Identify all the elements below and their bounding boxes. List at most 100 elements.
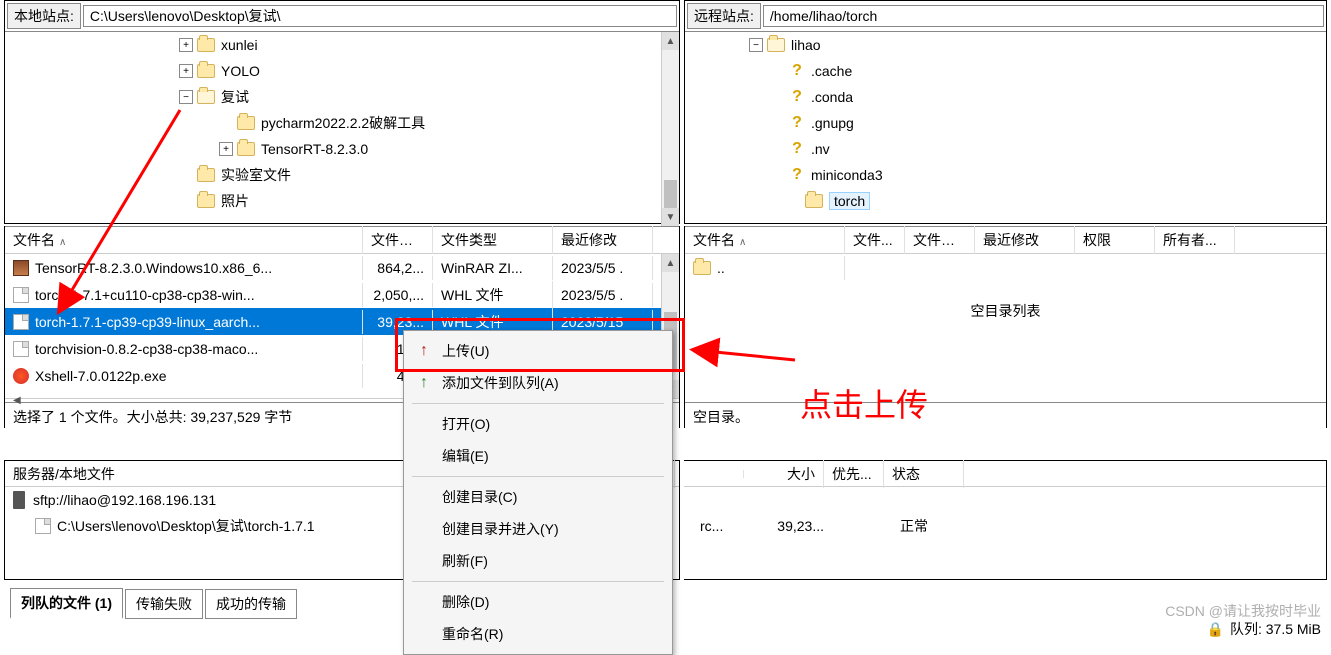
folder-icon	[693, 261, 711, 275]
tree-item-lab[interactable]: 实验室文件	[175, 162, 679, 188]
file-row-tensorrt[interactable]: TensorRT-8.2.3.0.Windows10.x86_6... 864,…	[5, 254, 679, 281]
tree-item-tensorrt[interactable]: + TensorRT-8.2.3.0	[215, 136, 679, 162]
lock-icon: 🔒	[1207, 621, 1224, 638]
queue-empty-row	[684, 487, 1326, 513]
file-icon	[35, 518, 51, 534]
server-icon	[13, 491, 25, 509]
tab-queued[interactable]: 列队的文件 (1)	[10, 588, 123, 619]
folder-icon	[197, 64, 215, 78]
folder-icon	[197, 168, 215, 182]
expand-icon[interactable]: +	[179, 38, 193, 52]
remote-path-bar: 远程站点:	[685, 1, 1326, 32]
remote-status: 空目录。	[685, 402, 1326, 430]
menu-mkdir-enter[interactable]: 创建目录并进入(Y)	[404, 513, 672, 545]
tree-item-xunlei[interactable]: + xunlei	[175, 32, 679, 58]
tree-label: 复试	[221, 87, 249, 107]
parent-dir-row[interactable]: ..	[685, 254, 1326, 281]
tree-item-conda[interactable]: ?.conda	[785, 84, 1326, 110]
tree-label: pycharm2022.2.2破解工具	[261, 113, 425, 133]
scroll-thumb[interactable]	[664, 180, 677, 210]
col-type[interactable]: 文件类...	[905, 226, 975, 254]
col-owner[interactable]: 所有者...	[1155, 226, 1235, 254]
queue-detail-panel: 大小 优先... 状态 rc... 39,23... 正常	[684, 460, 1327, 580]
col-prio[interactable]: 优先...	[824, 460, 884, 488]
col-date[interactable]: 最近修改	[553, 226, 653, 254]
tree-item-photo[interactable]: 照片	[175, 188, 679, 214]
tab-success[interactable]: 成功的传输	[205, 589, 297, 619]
folder-icon	[805, 194, 823, 208]
collapse-icon[interactable]: −	[749, 38, 763, 52]
file-icon	[13, 314, 29, 330]
tree-label: 实验室文件	[221, 165, 291, 185]
remote-tree: − lihao ?.cache ?.conda ?.gnupg ?.nv ?mi…	[685, 32, 1326, 226]
file-icon	[13, 341, 29, 357]
file-icon	[13, 287, 29, 303]
scroll-down-icon[interactable]: ▼	[662, 208, 679, 226]
tree-item-lihao[interactable]: − lihao	[745, 32, 1326, 58]
watermark: CSDN @请让我按时毕业	[1165, 601, 1321, 621]
remote-list-header: 文件名∧ 文件... 文件类... 最近修改 权限 所有者...	[685, 226, 1326, 254]
folder-icon	[197, 38, 215, 52]
remote-site-label: 远程站点:	[687, 3, 761, 29]
menu-add-queue[interactable]: ↑ 添加文件到队列(A)	[404, 367, 672, 399]
menu-separator	[412, 403, 664, 404]
menu-edit[interactable]: 编辑(E)	[404, 440, 672, 472]
col-type[interactable]: 文件类型	[433, 226, 553, 254]
context-menu: ↑ 上传(U) ↑ 添加文件到队列(A) 打开(O) 编辑(E) 创建目录(C)…	[403, 330, 673, 655]
tree-item-nv[interactable]: ?.nv	[785, 136, 1326, 162]
menu-rename[interactable]: 重命名(R)	[404, 618, 672, 650]
rar-icon	[13, 260, 29, 276]
folder-open-icon	[767, 38, 785, 52]
collapse-icon[interactable]: −	[179, 90, 193, 104]
col-dir[interactable]	[684, 470, 744, 478]
bottom-tabs: 列队的文件 (1) 传输失败 成功的传输	[10, 588, 299, 619]
tree-item-torch[interactable]: torch	[785, 188, 1326, 214]
col-perm[interactable]: 权限	[1075, 226, 1155, 254]
empty-dir-message: 空目录列表	[685, 281, 1326, 321]
tree-item-gnupg[interactable]: ?.gnupg	[785, 110, 1326, 136]
local-panel: 本地站点: + xunlei + YOLO − 复试	[4, 0, 680, 224]
expand-icon[interactable]: +	[179, 64, 193, 78]
col-name[interactable]: 文件名∧	[685, 226, 845, 254]
question-icon: ?	[789, 114, 805, 132]
queue-data-row[interactable]: rc... 39,23... 正常	[684, 513, 1326, 539]
question-icon: ?	[789, 166, 805, 184]
file-row-torch171cu110[interactable]: torch-1.7.1+cu110-cp38-cp38-win... 2,050…	[5, 281, 679, 308]
col-size[interactable]: 文件...	[845, 226, 905, 254]
expand-icon[interactable]: +	[219, 142, 233, 156]
scroll-up-icon[interactable]: ▲	[662, 32, 679, 50]
col-status[interactable]: 状态	[884, 460, 964, 488]
remote-path-input[interactable]	[763, 5, 1324, 27]
tree-label: TensorRT-8.2.3.0	[261, 141, 368, 157]
tree-item-cache[interactable]: ?.cache	[785, 58, 1326, 84]
menu-refresh[interactable]: 刷新(F)	[404, 545, 672, 577]
tree-item-fushi[interactable]: − 复试	[175, 84, 679, 110]
upload-icon: ↑	[414, 342, 434, 360]
menu-separator	[412, 581, 664, 582]
col-date[interactable]: 最近修改	[975, 226, 1075, 254]
tree-item-yolo[interactable]: + YOLO	[175, 58, 679, 84]
tree-label: xunlei	[221, 37, 258, 53]
menu-mkdir[interactable]: 创建目录(C)	[404, 481, 672, 513]
col-size[interactable]: 大小	[744, 460, 824, 488]
local-path-input[interactable]	[83, 5, 677, 27]
tree-label: lihao	[791, 37, 821, 53]
local-list-header: 文件名∧ 文件大... 文件类型 最近修改	[5, 226, 679, 254]
col-name[interactable]: 文件名∧	[5, 226, 363, 254]
menu-open[interactable]: 打开(O)	[404, 408, 672, 440]
folder-icon	[237, 116, 255, 130]
local-tree: + xunlei + YOLO − 复试 pycharm2022.2.2破解工具	[5, 32, 679, 226]
menu-delete[interactable]: 删除(D)	[404, 586, 672, 618]
menu-upload[interactable]: ↑ 上传(U)	[404, 335, 672, 367]
tree-item-miniconda[interactable]: ?miniconda3	[785, 162, 1326, 188]
question-icon: ?	[789, 140, 805, 158]
tab-failed[interactable]: 传输失败	[125, 589, 203, 619]
scroll-up-icon[interactable]: ▲	[662, 254, 679, 272]
add-queue-icon: ↑	[414, 374, 434, 392]
tree-item-pycharm[interactable]: pycharm2022.2.2破解工具	[215, 110, 679, 136]
tree-label: 照片	[221, 191, 249, 211]
scrollbar[interactable]: ▲ ▼	[661, 32, 679, 226]
remote-file-list: 文件名∧ 文件... 文件类... 最近修改 权限 所有者... .. 空目录列…	[684, 226, 1327, 428]
col-size[interactable]: 文件大...	[363, 226, 433, 254]
exe-icon	[13, 368, 29, 384]
